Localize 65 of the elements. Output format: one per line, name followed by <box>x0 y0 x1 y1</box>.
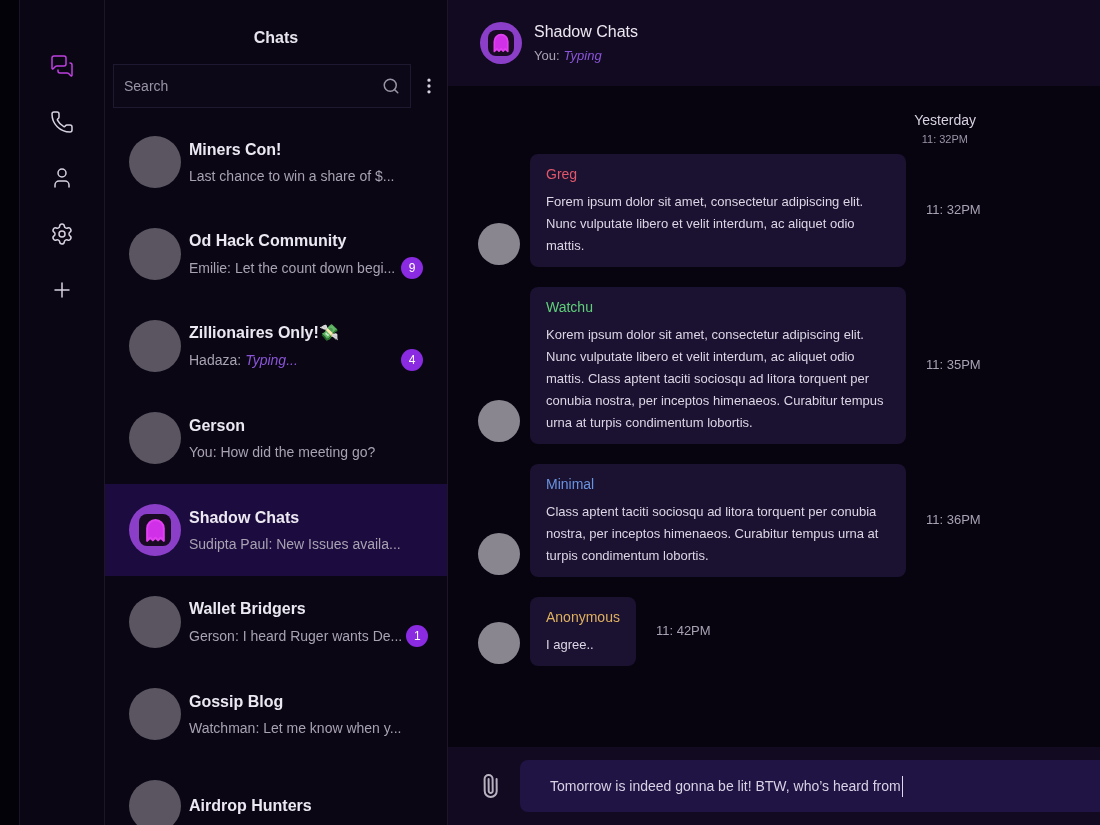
message-text: I agree.. <box>546 635 595 654</box>
unread-count: 1 <box>406 625 429 647</box>
chat-list-item[interactable]: Airdrop Hunters <box>105 760 447 825</box>
photo-placeholder <box>129 320 181 372</box>
message-preview: You: How did the meeting go? <box>189 442 376 462</box>
phone-icon[interactable] <box>50 110 74 134</box>
message-preview: Last chance to win a share of $... <box>189 166 395 186</box>
unread-count: 9 <box>401 257 423 279</box>
chat-list-item[interactable]: Wallet Bridgers Gerson: I heard Ruger wants De... 1 <box>105 576 447 668</box>
photo-placeholder <box>478 222 520 265</box>
photo-placeholder <box>129 228 181 280</box>
photo-placeholder <box>478 621 520 664</box>
message-preview: Emilie: Let the count down begi... <box>189 258 396 278</box>
chat-list-item[interactable]: Shadow Chats Sudipta Paul: New Issues availa... <box>105 484 447 576</box>
chat-name: Gerson <box>189 415 246 436</box>
panel-title: Chats <box>252 28 300 48</box>
settings-icon[interactable] <box>50 222 74 246</box>
typing-indicator: Typing <box>563 47 602 66</box>
date-time: 11: 32PM <box>921 132 968 147</box>
message-text: Korem ipsum dolor sit amet, consectetur adipiscing elit. Nunc vulputate libero et velit interdum, ac aliquet odio mattis. Class aptent taciti sociosqu ad litora torquent per conubia nostra, per inceptos himenaeos. Curabitur tempus urna at turpis condimentum lobortis. <box>546 325 885 432</box>
typing-indicator: Typing... <box>245 350 298 370</box>
chat-list-item[interactable]: Gerson You: How did the meeting go? <box>105 392 447 484</box>
chat-list-item[interactable]: Od Hack Community Emilie: Let the count down begi... 9 <box>105 208 447 300</box>
search-input[interactable]: Search <box>124 75 382 97</box>
message-time: 11: 36PM <box>926 511 981 530</box>
message-time: 11: 32PM <box>926 201 981 220</box>
sender-name: Watchu <box>546 297 594 317</box>
chat-list-item[interactable]: Miners Con! Last chance to win a share of $... <box>105 116 447 208</box>
photo-placeholder <box>129 136 181 188</box>
chat-name: Shadow Chats <box>189 507 301 528</box>
message-preview: Sudipta Paul: New Issues availa... <box>189 534 401 554</box>
chat-list-item[interactable]: Zillionaires Only!💸 Hadaza: Typing... 4 <box>105 300 447 392</box>
chat-bubbles-icon[interactable] <box>50 54 74 78</box>
ghost-avatar <box>480 22 522 64</box>
chat-name: Miners Con! <box>189 139 283 160</box>
photo-placeholder <box>478 399 520 442</box>
chat-name: Zillionaires Only!💸 <box>189 323 340 343</box>
photo-placeholder <box>478 532 520 575</box>
search-field[interactable]: Search <box>113 64 411 108</box>
ghost-avatar <box>129 504 181 556</box>
message-preview: Gerson: I heard Ruger wants De... <box>189 626 403 646</box>
message-preview: Watchman: Let me know when y... <box>189 718 402 738</box>
sender-name: Anonymous <box>546 607 620 627</box>
chat-list-item[interactable]: Gossip Blog Watchman: Let me know when y... <box>105 668 447 760</box>
sender-name: Greg <box>546 164 579 184</box>
chat-name: Gossip Blog <box>189 691 285 712</box>
photo-placeholder <box>129 596 181 648</box>
message-input[interactable]: Tomorrow is indeed gonna be lit! BTW, who’s heard from <box>520 760 1100 812</box>
message-text: Class aptent taciti sociosqu ad litora torquent per conubia nostra, per inceptos himenaeos. Curabitur tempus urna at turpis condimentum lobortis. <box>546 502 880 565</box>
sender-name: Minimal <box>546 474 596 494</box>
photo-placeholder <box>129 688 181 740</box>
date-label: Yesterday <box>914 111 976 130</box>
chat-name: Wallet Bridgers <box>189 599 307 619</box>
photo-placeholder <box>129 780 181 825</box>
unread-count: 4 <box>401 349 423 371</box>
chat-name: Airdrop Hunters <box>189 796 313 816</box>
chat-name: Od Hack Community <box>189 231 348 251</box>
conversation-title: Shadow Chats <box>534 22 639 43</box>
status-label: You: <box>534 47 560 66</box>
message-text: Forem ipsum dolor sit amet, consectetur adipiscing elit. Nunc vulputate libero et velit interdum, ac aliquet odio mattis. <box>546 192 865 255</box>
search-icon[interactable] <box>382 77 400 95</box>
photo-placeholder <box>129 412 181 464</box>
message-time: 11: 42PM <box>655 622 711 641</box>
message-time: 11: 35PM <box>926 356 981 375</box>
message-preview: Hadaza: <box>189 350 242 370</box>
